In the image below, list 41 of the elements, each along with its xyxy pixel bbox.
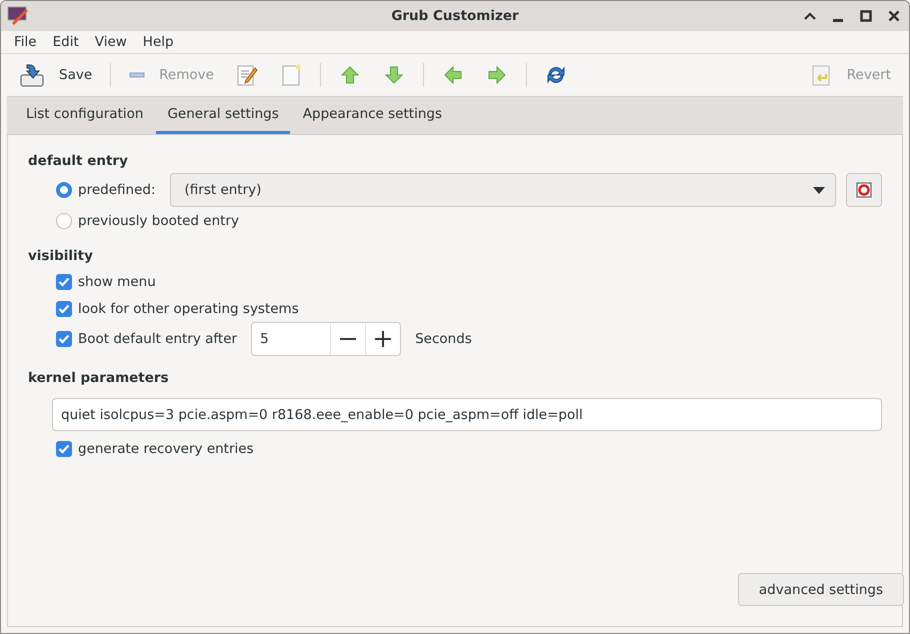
- close-icon: [888, 10, 900, 22]
- tab[interactable]: List configuration: [15, 97, 154, 134]
- radio-label: predefined:: [78, 182, 156, 198]
- checkbox[interactable]: [56, 440, 72, 456]
- radio-label: previously booted entry: [78, 212, 239, 228]
- checkbox-label: Boot default entry after: [78, 331, 238, 347]
- minus-icon: [340, 338, 356, 340]
- increment-button[interactable]: [365, 323, 400, 355]
- minus-icon: [129, 72, 146, 78]
- help-button[interactable]: [846, 173, 882, 207]
- checkbox-label: show menu: [78, 274, 156, 290]
- save-icon: [19, 62, 45, 88]
- window-title: Grub Customizer: [391, 8, 519, 24]
- menu-item[interactable]: Help: [134, 34, 182, 50]
- plus-icon: [375, 331, 392, 347]
- save-button[interactable]: Save: [11, 58, 100, 92]
- checkbox[interactable]: [56, 274, 72, 290]
- checkbox[interactable]: [56, 331, 72, 347]
- checkbox[interactable]: [56, 300, 72, 316]
- radio-button[interactable]: [56, 182, 72, 198]
- menu-item[interactable]: File: [6, 34, 45, 50]
- maximize-icon: [860, 10, 872, 22]
- tab[interactable]: Appearance settings: [292, 97, 453, 134]
- minimize-icon: [833, 19, 843, 22]
- unit-label: Seconds: [415, 331, 472, 347]
- lifebuoy-icon: [856, 182, 872, 198]
- radio-button[interactable]: [56, 212, 72, 228]
- checkbox-label: look for other operating systems: [78, 300, 299, 316]
- caret-up-icon: [804, 12, 816, 20]
- menu-item[interactable]: View: [86, 34, 135, 50]
- menu-item[interactable]: Edit: [44, 34, 87, 50]
- timeout-spinner[interactable]: 5: [251, 322, 402, 356]
- entry-dropdown[interactable]: (first entry): [170, 173, 836, 207]
- dropdown-arrow-icon: [813, 186, 825, 194]
- section-heading: kernel parameters: [28, 370, 170, 386]
- section-heading: visibility: [28, 248, 94, 264]
- kernel-parameters-field[interactable]: quiet isolcpus=3 pcie.aspm=0 r8168.eee_enable=0 pcie_aspm=off idle=poll: [52, 398, 882, 431]
- checkbox-label: generate recovery entries: [78, 440, 254, 456]
- advanced-settings-button[interactable]: advanced settings: [738, 573, 904, 606]
- app-icon: [7, 6, 29, 26]
- section-heading: default entry: [28, 153, 129, 169]
